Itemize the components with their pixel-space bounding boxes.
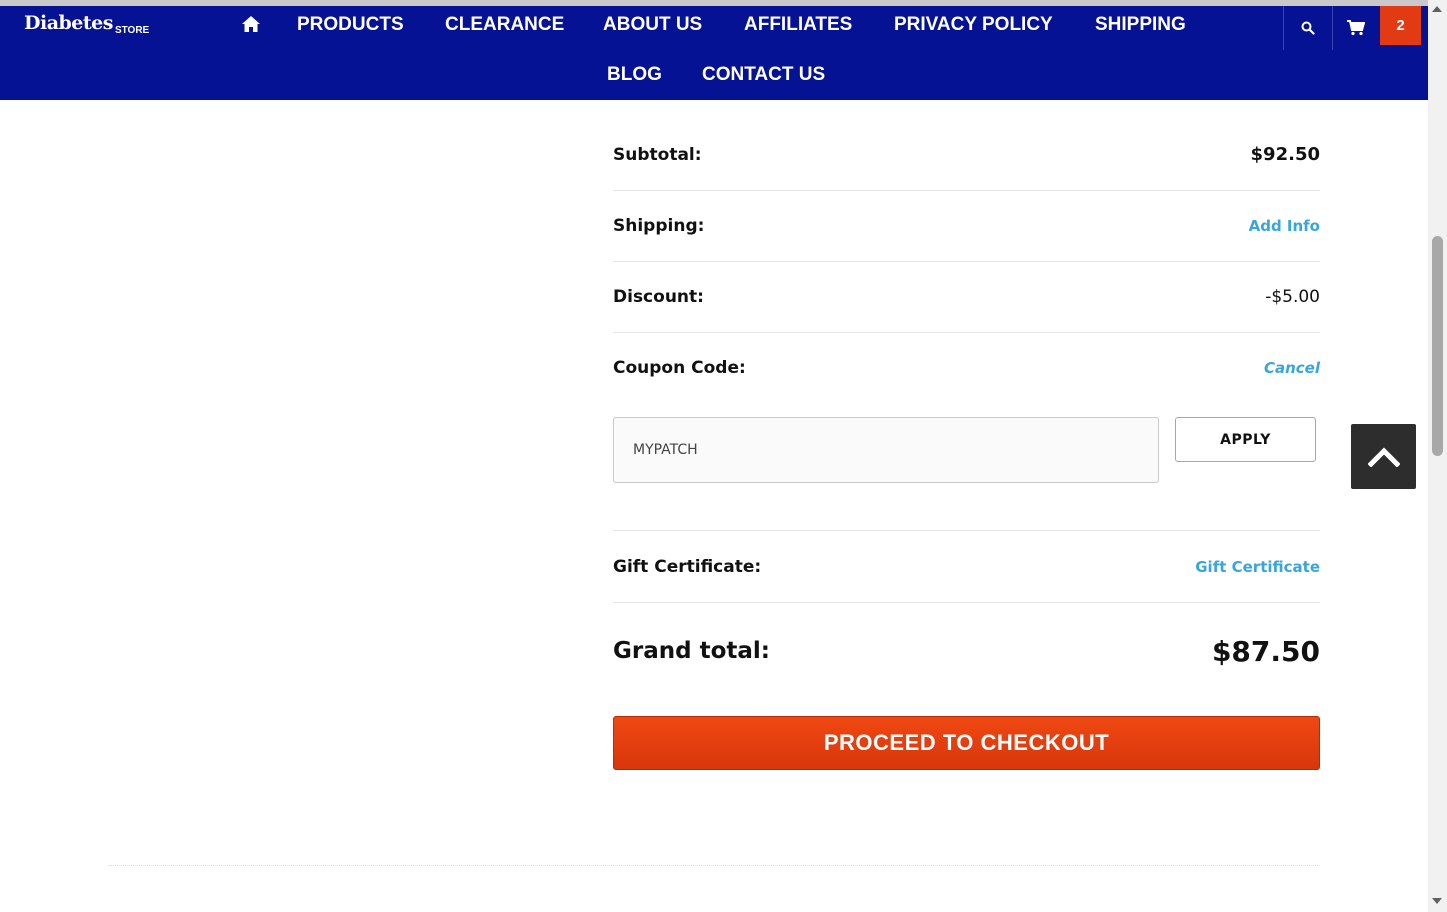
grand-total-label: Grand total: <box>613 638 770 664</box>
grand-total-row: Grand total: $87.50 <box>613 620 1320 682</box>
gift-certificate-label: Gift Certificate: <box>613 556 762 577</box>
grand-total-value: $87.50 <box>1211 634 1320 668</box>
chevron-up-icon <box>1367 446 1400 467</box>
subtotal-label: Subtotal: <box>613 144 702 165</box>
search-button[interactable] <box>1284 6 1332 50</box>
back-to-top-button[interactable] <box>1351 424 1416 489</box>
subtotal-row: Subtotal: $92.50 <box>613 119 1320 191</box>
discount-label: Discount: <box>613 286 704 307</box>
shipping-row: Shipping: Add Info <box>613 190 1320 262</box>
gift-certificate-link[interactable]: Gift Certificate <box>1195 558 1320 576</box>
coupon-label: Coupon Code: <box>613 357 746 378</box>
section-divider <box>108 865 1320 866</box>
scroll-up-arrow-icon[interactable] <box>1432 6 1442 12</box>
nav-affiliates[interactable]: AFFILIATES <box>744 14 852 36</box>
nav-contact-us[interactable]: CONTACT US <box>702 64 825 86</box>
nav-clearance[interactable]: CLEARANCE <box>445 14 564 36</box>
subtotal-value: $92.50 <box>1250 144 1320 165</box>
cart-count-badge[interactable]: 2 <box>1380 6 1421 45</box>
cart-icon <box>1347 20 1365 36</box>
nav-shipping[interactable]: SHIPPING <box>1095 14 1186 36</box>
nav-about-us[interactable]: ABOUT US <box>603 14 702 36</box>
discount-value: -$5.00 <box>1265 286 1320 307</box>
shipping-add-info-link[interactable]: Add Info <box>1249 217 1320 235</box>
store-logo[interactable]: Diabetes STORE <box>24 12 149 36</box>
logo-sub-text: STORE <box>114 25 150 36</box>
proceed-to-checkout-button[interactable]: PROCEED TO CHECKOUT <box>613 716 1320 770</box>
discount-row: Discount: -$5.00 <box>613 261 1320 333</box>
scroll-down-arrow-icon[interactable] <box>1432 898 1442 904</box>
coupon-cancel-link[interactable]: Cancel <box>1264 359 1320 377</box>
cart-button[interactable] <box>1333 6 1379 50</box>
page-scrollbar[interactable] <box>1428 0 1447 912</box>
home-icon[interactable] <box>241 15 261 33</box>
apply-coupon-button[interactable]: APPLY <box>1175 417 1316 462</box>
coupon-row: Coupon Code: Cancel <box>613 332 1320 403</box>
coupon-code-input[interactable] <box>613 417 1159 483</box>
main-navigation: Diabetes STORE PRODUCTS CLEARANCE ABOUT U… <box>0 6 1428 100</box>
nav-products[interactable]: PRODUCTS <box>297 14 404 36</box>
scrollbar-thumb[interactable] <box>1432 236 1443 456</box>
gift-certificate-row: Gift Certificate: Gift Certificate <box>613 530 1320 603</box>
nav-privacy-policy[interactable]: PRIVACY POLICY <box>894 14 1053 36</box>
search-icon <box>1301 21 1315 35</box>
nav-blog[interactable]: BLOG <box>607 64 662 86</box>
shipping-label: Shipping: <box>613 215 705 236</box>
logo-main-text: Diabetes <box>24 12 113 34</box>
